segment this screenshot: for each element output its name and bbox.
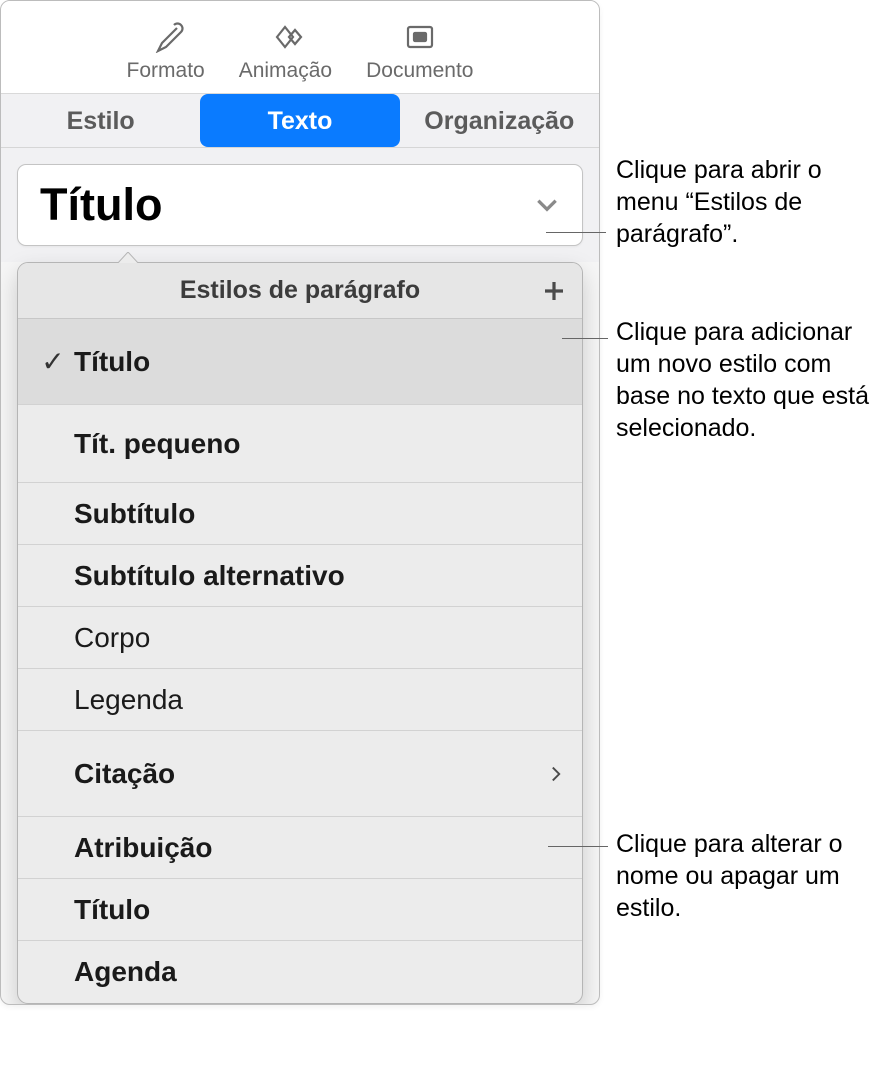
inspector-segments: Estilo Texto Organização bbox=[1, 94, 599, 148]
paragraph-style-item[interactable]: Subtítulo bbox=[18, 483, 582, 545]
paragraph-styles-list: ✓TítuloTít. pequenoSubtítuloSubtítulo al… bbox=[18, 319, 582, 1003]
animation-tab[interactable]: Animação bbox=[239, 21, 332, 83]
paragraph-style-label: Corpo bbox=[74, 622, 566, 654]
paragraph-style-item[interactable]: Atribuição bbox=[18, 817, 582, 879]
segment-text[interactable]: Texto bbox=[200, 94, 399, 147]
document-tab[interactable]: Documento bbox=[366, 21, 473, 83]
paragraph-style-item[interactable]: Título bbox=[18, 879, 582, 941]
paragraph-style-item[interactable]: Corpo bbox=[18, 607, 582, 669]
paragraph-style-item[interactable]: Legenda bbox=[18, 669, 582, 731]
segment-organize[interactable]: Organização bbox=[400, 94, 599, 147]
callout-leader-3 bbox=[548, 846, 608, 847]
paragraph-style-item[interactable]: Tít. pequeno bbox=[18, 405, 582, 483]
paragraph-style-current: Título bbox=[40, 179, 162, 231]
popover-arrow bbox=[117, 251, 139, 263]
brush-icon bbox=[146, 21, 186, 53]
paragraph-style-item[interactable]: Agenda bbox=[18, 941, 582, 1003]
paragraph-style-label: Legenda bbox=[74, 684, 566, 716]
animation-icon bbox=[265, 21, 305, 53]
callout-rename-delete: Clique para alterar o nome ou apagar um … bbox=[616, 828, 872, 924]
document-icon bbox=[400, 21, 440, 53]
paragraph-style-label: Título bbox=[74, 346, 566, 378]
format-inspector-panel: Formato Animação Documento Estilo Texto … bbox=[0, 0, 600, 1005]
document-tab-label: Documento bbox=[366, 59, 473, 83]
chevron-down-icon bbox=[534, 192, 560, 218]
paragraph-style-label: Tít. pequeno bbox=[74, 428, 566, 460]
paragraph-style-field-wrap: Título bbox=[1, 148, 599, 262]
format-tab-label: Formato bbox=[127, 59, 205, 83]
checkmark-icon: ✓ bbox=[32, 345, 74, 378]
inspector-toolbar: Formato Animação Documento bbox=[1, 1, 599, 94]
paragraph-style-label: Título bbox=[74, 894, 566, 926]
paragraph-style-item[interactable]: Citação bbox=[18, 731, 582, 817]
add-style-button[interactable] bbox=[540, 277, 568, 305]
paragraph-style-item[interactable]: Subtítulo alternativo bbox=[18, 545, 582, 607]
format-tab[interactable]: Formato bbox=[127, 21, 205, 83]
paragraph-style-label: Citação bbox=[74, 758, 546, 790]
paragraph-style-button[interactable]: Título bbox=[17, 164, 583, 246]
paragraph-styles-header: Estilos de parágrafo bbox=[18, 263, 582, 319]
chevron-right-icon[interactable] bbox=[546, 766, 566, 782]
animation-tab-label: Animação bbox=[239, 59, 332, 83]
paragraph-style-item[interactable]: ✓Título bbox=[18, 319, 582, 405]
callout-open-menu: Clique para abrir o menu “Estilos de par… bbox=[616, 154, 872, 250]
paragraph-style-label: Subtítulo alternativo bbox=[74, 560, 566, 592]
paragraph-style-label: Atribuição bbox=[74, 832, 566, 864]
segment-style[interactable]: Estilo bbox=[1, 94, 200, 147]
callout-leader-2 bbox=[562, 338, 608, 339]
callout-add-style: Clique para adicionar um novo estilo com… bbox=[616, 316, 872, 444]
paragraph-styles-popover: Estilos de parágrafo ✓TítuloTít. pequeno… bbox=[17, 262, 583, 1004]
paragraph-styles-title: Estilos de parágrafo bbox=[180, 276, 420, 305]
paragraph-style-label: Agenda bbox=[74, 956, 566, 988]
paragraph-style-label: Subtítulo bbox=[74, 498, 566, 530]
callout-leader-1 bbox=[546, 232, 606, 233]
